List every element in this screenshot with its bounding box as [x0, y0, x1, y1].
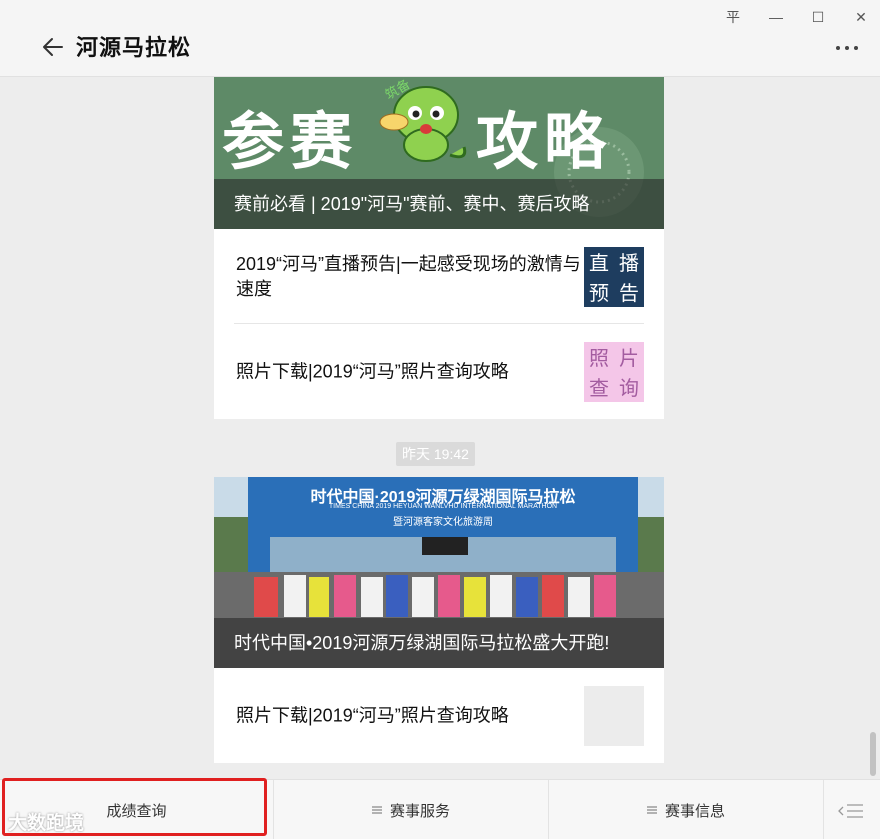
article-thumbnail-livestream: 直 播 预 告: [584, 246, 644, 307]
maximize-icon[interactable]: ☐: [807, 6, 829, 28]
switch-to-keyboard-icon[interactable]: [838, 802, 864, 820]
thumb-char: 预: [589, 283, 609, 305]
cover-art-text-right: 攻略: [476, 105, 613, 178]
custom-menu-bar: 成绩查询 赛事服务 赛事信息: [0, 779, 880, 839]
thumb-char: 播: [619, 253, 639, 275]
thumb-char: 查: [589, 378, 609, 400]
menu-list-icon: [371, 806, 382, 814]
thumb-char: 照: [589, 348, 609, 370]
message-timestamp: 昨天 19:42: [396, 442, 475, 466]
close-icon[interactable]: ✕: [850, 6, 872, 28]
article-thumbnail-placeholder: [584, 685, 644, 746]
cover-title[interactable]: 时代中国•2019河源万绿湖国际马拉松盛大开跑!: [214, 618, 664, 668]
cover-art-text-left: 参赛: [222, 105, 359, 178]
menu-list-icon: [646, 806, 657, 814]
article-title: 照片下载|2019“河马”照片查询攻略: [236, 705, 509, 725]
article-title: 照片下载|2019“河马”照片查询攻略: [236, 361, 509, 381]
article-item-photos[interactable]: 照片下载|2019“河马”照片查询攻略: [214, 668, 664, 763]
article-item-livestream[interactable]: 2019“河马”直播预告|一起感受现场的激情与速度 直 播 预 告: [214, 229, 664, 324]
thumb-char: 告: [619, 283, 639, 305]
minimize-icon[interactable]: —: [765, 6, 787, 28]
thumb-char: 片: [619, 348, 639, 370]
title-bar: 平 — ☐ ✕ 河源马拉松: [0, 0, 880, 77]
pin-icon[interactable]: 平: [722, 6, 744, 28]
article-group-card: 时代中国·2019河源万绿湖国际马拉松 TIMES CHINA 2019 HEY…: [214, 477, 664, 763]
thumb-char: 直: [589, 253, 609, 275]
cover-image-strategy[interactable]: 参赛 攻略 筑备 赛前必看 | 2019"河马"赛前、赛中、赛后攻略: [214, 77, 664, 229]
menu-label: 成绩查询: [106, 802, 167, 820]
banner-line3: 暨河源客家文化旅游周: [393, 517, 493, 528]
cover-art-text: 参赛 攻略: [222, 91, 612, 181]
watermark: 大数跑境: [8, 813, 85, 834]
menu-event-services[interactable]: 赛事服务: [274, 780, 548, 839]
article-item-photos[interactable]: 照片下载|2019“河马”照片查询攻略 照 片 查 询: [214, 324, 664, 419]
article-group-card: 参赛 攻略 筑备 赛前必看 | 2019"河马"赛前、赛中、赛后攻略 2019“河…: [214, 77, 664, 419]
banner-line2: TIMES CHINA 2019 HEYUAN WANLVHU INTERNAT…: [328, 503, 558, 510]
message-feed[interactable]: 参赛 攻略 筑备 赛前必看 | 2019"河马"赛前、赛中、赛后攻略 2019“河…: [0, 77, 880, 779]
scrollbar-thumb[interactable]: [870, 732, 876, 776]
menu-event-info[interactable]: 赛事信息: [549, 780, 823, 839]
more-options-icon[interactable]: [832, 40, 862, 56]
divider: [823, 780, 824, 839]
menu-label: 赛事信息: [664, 802, 725, 820]
cover-title[interactable]: 赛前必看 | 2019"河马"赛前、赛中、赛后攻略: [214, 179, 664, 229]
article-title: 2019“河马”直播预告|一起感受现场的激情与速度: [236, 253, 581, 299]
menu-label: 赛事服务: [389, 802, 450, 820]
wechat-official-account-window: 平 — ☐ ✕ 河源马拉松 参赛 攻略 筑备 赛前必看 | 2019"河马"赛前…: [0, 0, 880, 839]
cover-image-marathon[interactable]: 时代中国·2019河源万绿湖国际马拉松 TIMES CHINA 2019 HEY…: [214, 477, 664, 668]
account-title: 河源马拉松: [76, 35, 192, 60]
back-arrow-icon[interactable]: [40, 34, 66, 60]
article-thumbnail-photos: 照 片 查 询: [584, 341, 644, 402]
thumb-char: 询: [619, 378, 639, 400]
